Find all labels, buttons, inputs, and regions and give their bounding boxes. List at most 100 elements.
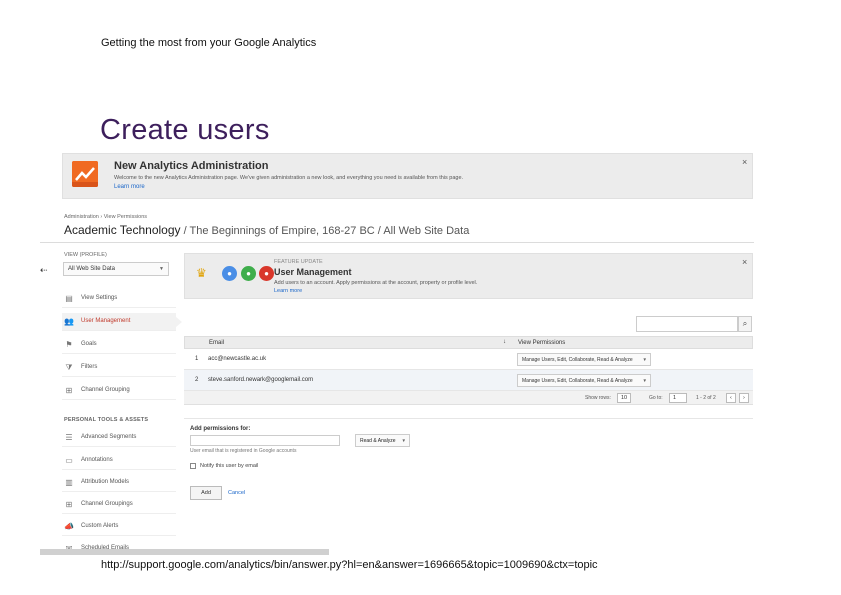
breadcrumb: Administration › View Permissions [64, 214, 148, 220]
analytics-logo-icon [72, 161, 98, 187]
slide-header: Getting the most from your Google Analyt… [101, 37, 317, 49]
account-name[interactable]: Academic Technology [64, 223, 181, 237]
chevron-down-icon: ▼ [642, 357, 647, 362]
sidebar-item-label: Goals [81, 341, 97, 347]
bar-chart-icon: ▥ [65, 478, 73, 487]
comment-icon: ▭ [65, 456, 73, 465]
feature-title: User Management [274, 267, 352, 277]
slide-title: Create users [100, 114, 270, 146]
users-icon: 👥 [64, 317, 74, 326]
column-email[interactable]: Email [209, 340, 224, 346]
admin-sidebar: ⇠ VIEW (PROFILE) All Web Site Data ▼ ▤ V… [40, 245, 182, 555]
user-email: acc@newcastle.ac.uk [208, 356, 267, 362]
user-red-icon: ● [259, 266, 274, 281]
filter-icon: ⧩ [65, 363, 73, 372]
cancel-link[interactable]: Cancel [228, 490, 245, 496]
show-rows-select[interactable]: 10 [617, 393, 632, 403]
table-row: 1 acc@newcastle.ac.uk Manage Users, Edit… [184, 349, 753, 370]
sidebar-item-label: Channel Groupings [81, 501, 133, 507]
permission-value: Manage Users, Edit, Collaborate, Read & … [522, 378, 633, 384]
banner-title: New Analytics Administration [114, 160, 269, 172]
row-number: 1 [195, 356, 199, 362]
goto-label: Go to: [649, 395, 663, 401]
sidebar-item-user-management[interactable]: 👥 User Management [62, 313, 182, 331]
next-page-icon[interactable]: › [739, 393, 749, 403]
column-view-permissions[interactable]: View Permissions [518, 340, 565, 346]
sidebar-item-channel-groupings[interactable]: ⊞ Channel Groupings [62, 496, 176, 514]
source-url[interactable]: http://support.google.com/analytics/bin/… [101, 559, 598, 571]
analytics-screenshot: New Analytics Administration Welcome to … [40, 150, 754, 555]
notify-checkbox[interactable] [190, 463, 196, 469]
banner-close-icon[interactable]: × [742, 158, 747, 167]
users-table: Email ↓ View Permissions 1 acc@newcastle… [184, 336, 753, 405]
user-green-icon: ● [241, 266, 256, 281]
banner-learn-more-link[interactable]: Learn more [114, 184, 145, 190]
goto-input[interactable]: 1 [669, 393, 687, 403]
search-icon[interactable]: ⌕ [738, 316, 752, 332]
admin-banner: New Analytics Administration Welcome to … [62, 153, 753, 199]
sidebar-item-label: Annotations [81, 457, 113, 463]
divider [40, 242, 754, 243]
banner-text: Welcome to the new Analytics Administrat… [114, 175, 464, 181]
feature-kicker: FEATURE UPDATE [274, 259, 323, 265]
chevron-down-icon: ▼ [642, 378, 647, 383]
segments-icon: ☰ [65, 433, 73, 442]
show-rows-label: Show rows: [585, 395, 611, 401]
sidebar-item-advanced-segments[interactable]: ☰ Advanced Segments [62, 429, 176, 447]
sidebar-item-label: Advanced Segments [81, 434, 137, 440]
section-label-personal-tools: PERSONAL TOOLS & ASSETS [64, 417, 149, 423]
prev-page-icon[interactable]: ‹ [726, 393, 736, 403]
permission-value: Manage Users, Edit, Collaborate, Read & … [522, 357, 633, 363]
feature-close-icon[interactable]: × [742, 258, 747, 267]
table-header: Email ↓ View Permissions [184, 336, 753, 349]
feature-update-panel: ♛ ● ● ● FEATURE UPDATE User Management A… [184, 253, 753, 299]
sidebar-item-label: User Management [81, 318, 131, 324]
sort-arrow-icon[interactable]: ↓ [503, 339, 506, 345]
sidebar-item-label: Custom Alerts [81, 523, 119, 529]
view-label: VIEW (PROFILE) [64, 252, 107, 258]
notify-label: Notify this user by email [200, 463, 259, 469]
table-row: 2 steve.sanford.newark@googlemail.com Ma… [184, 370, 753, 391]
view-select-value: All Web Site Data [68, 266, 115, 272]
permission-select[interactable]: Manage Users, Edit, Collaborate, Read & … [517, 374, 651, 387]
sidebar-item-label: View Settings [81, 295, 118, 301]
new-permission-value: Read & Analyze [360, 438, 396, 444]
user-search-input[interactable] [636, 316, 738, 332]
property-path: / The Beginnings of Empire, 168-27 BC / … [180, 225, 470, 237]
add-permissions-panel: Add permissions for: User email that is … [184, 418, 753, 508]
user-blue-icon: ● [222, 266, 237, 281]
back-arrow-icon[interactable]: ⇠ [40, 265, 48, 276]
sidebar-item-channel-grouping[interactable]: ⊞ Channel Grouping [62, 382, 176, 400]
sidebar-item-attribution-models[interactable]: ▥ Attribution Models [62, 474, 176, 492]
email-field[interactable] [190, 435, 340, 446]
page-range: 1 - 2 of 2 [696, 395, 716, 401]
grid-icon: ⊞ [65, 500, 73, 509]
feature-text: Add users to an account. Apply permissio… [274, 280, 478, 286]
megaphone-icon: 📣 [64, 522, 74, 531]
permission-select[interactable]: Manage Users, Edit, Collaborate, Read & … [517, 353, 651, 366]
email-hint: User email that is registered in Google … [190, 448, 297, 454]
view-select[interactable]: All Web Site Data ▼ [63, 262, 169, 276]
document-icon: ▤ [65, 294, 73, 303]
sidebar-item-view-settings[interactable]: ▤ View Settings [62, 290, 176, 308]
chevron-down-icon: ▼ [159, 266, 164, 272]
table-pager: Show rows: 10 Go to: 1 1 - 2 of 2 ‹ › [184, 391, 753, 405]
sidebar-item-goals[interactable]: ⚑ Goals [62, 336, 176, 354]
crown-icon: ♛ [196, 266, 207, 280]
grid-icon: ⊞ [65, 386, 73, 395]
new-permission-select[interactable]: Read & Analyze ▼ [355, 434, 410, 447]
sidebar-item-label: Filters [81, 364, 98, 370]
chevron-down-icon: ▼ [401, 438, 406, 443]
sidebar-item-filters[interactable]: ⧩ Filters [62, 359, 176, 377]
add-button[interactable]: Add [190, 486, 222, 500]
sidebar-item-annotations[interactable]: ▭ Annotations [62, 452, 176, 470]
horizontal-scrollbar[interactable] [40, 549, 329, 555]
sidebar-item-custom-alerts[interactable]: 📣 Custom Alerts [62, 518, 176, 536]
user-email: steve.sanford.newark@googlemail.com [208, 377, 314, 383]
row-number: 2 [195, 377, 199, 383]
sidebar-item-label: Channel Grouping [81, 387, 130, 393]
add-permissions-title: Add permissions for: [190, 426, 251, 432]
feature-learn-more-link[interactable]: Learn more [274, 288, 302, 294]
flag-icon: ⚑ [65, 340, 73, 349]
property-title: Academic Technology / The Beginnings of … [64, 223, 469, 237]
